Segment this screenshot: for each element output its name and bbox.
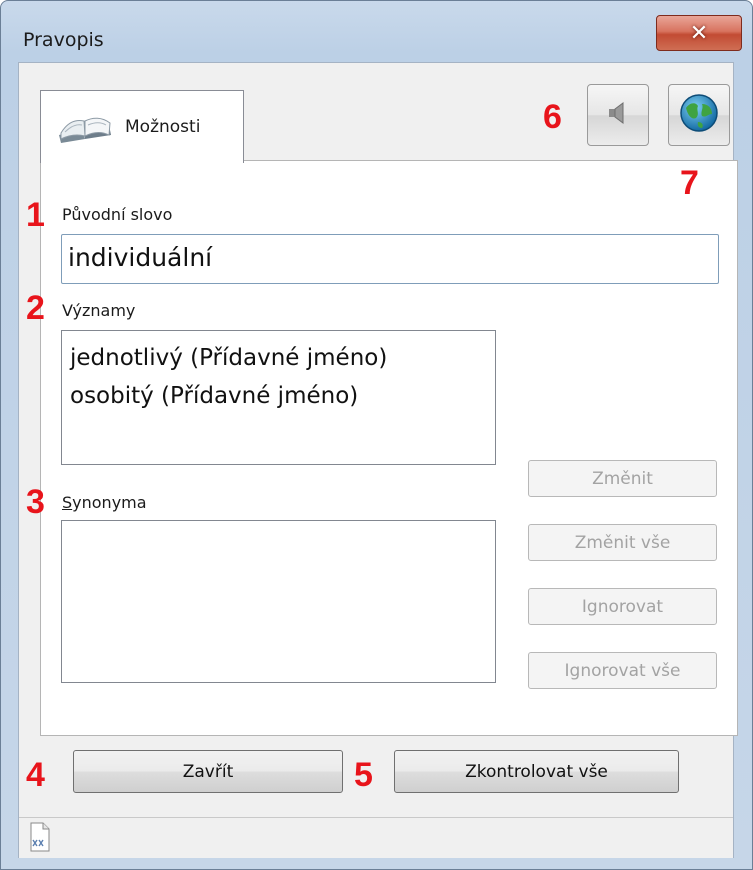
tab-options[interactable]: Možnosti (40, 90, 244, 163)
ignore-button[interactable]: Ignorovat (528, 588, 717, 625)
synonyms-list[interactable] (61, 520, 496, 683)
close-button[interactable]: Zavřít (73, 750, 343, 793)
marker-6: 6 (543, 98, 562, 136)
marker-4: 4 (26, 756, 45, 794)
change-button[interactable]: Změnit (528, 460, 717, 497)
meanings-list[interactable]: jednotlivý (Přídavné jméno) osobitý (Pří… (61, 330, 496, 465)
synonyms-label: Synonyma (62, 493, 147, 512)
meanings-label: Významy (62, 301, 136, 320)
marker-1: 1 (26, 196, 45, 234)
synonyms-label-rest: ynonyma (72, 493, 147, 512)
list-item[interactable]: jednotlivý (Přídavné jméno) (62, 339, 495, 377)
book-icon (55, 105, 115, 149)
speaker-icon (603, 98, 633, 132)
close-window-button[interactable]: ✕ (656, 15, 742, 51)
window-title: Pravopis (23, 29, 104, 51)
marker-5: 5 (354, 756, 373, 794)
marker-3: 3 (26, 483, 45, 521)
change-all-button[interactable]: Změnit vše (528, 524, 717, 561)
online-lookup-button[interactable] (668, 84, 730, 146)
marker-2: 2 (26, 289, 45, 327)
check-all-button[interactable]: Zkontrolovat vše (394, 750, 679, 793)
document-icon (29, 822, 51, 856)
pronounce-button[interactable] (587, 84, 649, 146)
synonyms-label-accesskey: S (62, 493, 73, 512)
status-bar (19, 817, 733, 858)
ignore-all-button[interactable]: Ignorovat vše (528, 652, 717, 689)
original-word-field[interactable]: individuální (61, 234, 719, 284)
list-item[interactable]: osobitý (Přídavné jméno) (62, 377, 495, 415)
marker-7: 7 (680, 164, 699, 202)
tab-options-label: Možnosti (125, 117, 201, 137)
globe-icon (678, 92, 720, 138)
original-word-label: Původní slovo (62, 205, 173, 224)
